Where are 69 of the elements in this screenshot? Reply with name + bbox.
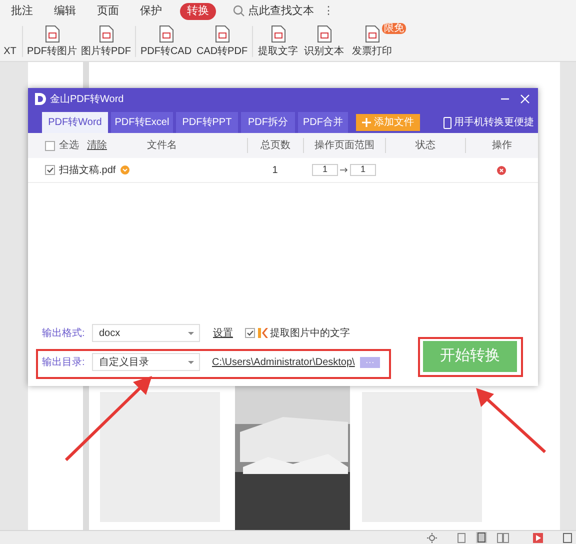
window-title: 金山PDF转Word bbox=[50, 92, 124, 106]
toolbar-button[interactable]: CAD转PDF bbox=[196, 46, 248, 57]
document-icon[interactable] bbox=[156, 25, 176, 43]
toolbar-button[interactable]: 识别文本 bbox=[304, 46, 344, 57]
window-icon[interactable] bbox=[563, 532, 572, 542]
range-from-field[interactable]: 1 bbox=[312, 164, 338, 176]
tab[interactable]: PDF拆分 bbox=[241, 112, 295, 133]
toolbar-button[interactable]: 发票打印 bbox=[352, 46, 392, 57]
menu-tab[interactable]: 批注 bbox=[8, 2, 36, 20]
page-icon[interactable] bbox=[457, 532, 466, 542]
menu-tab[interactable]: 编辑 bbox=[51, 2, 79, 20]
search-field[interactable]: 点此查找文本 bbox=[248, 2, 320, 20]
arrow bbox=[476, 388, 546, 454]
sun-icon[interactable] bbox=[427, 532, 437, 542]
column-header: 操作 bbox=[492, 139, 512, 153]
select-all-label: 全选 bbox=[59, 138, 79, 153]
logo-icon bbox=[34, 92, 46, 106]
coin-icon bbox=[120, 165, 130, 175]
toolbar-button[interactable]: PDF转CAD bbox=[140, 46, 192, 57]
document-icon[interactable] bbox=[96, 25, 116, 43]
document-icon[interactable] bbox=[362, 25, 382, 43]
path-link[interactable]: C:\Users\Administrator\Desktop\ bbox=[212, 354, 355, 370]
checkbox[interactable] bbox=[45, 140, 55, 150]
page-icon[interactable] bbox=[476, 532, 487, 543]
search-icon[interactable] bbox=[233, 5, 245, 17]
ocr-label: 提取图片中的文字 bbox=[270, 326, 350, 340]
tab[interactable]: PDF转Excel bbox=[111, 112, 173, 133]
page-count: 1 bbox=[272, 164, 278, 178]
phone-icon bbox=[443, 116, 452, 128]
dropdown[interactable]: 自定义目录 bbox=[92, 353, 200, 371]
column-header: 状态 bbox=[416, 138, 436, 153]
document-icon[interactable] bbox=[314, 25, 334, 43]
document-icon[interactable] bbox=[268, 25, 288, 43]
menu-tab[interactable]: 转换 bbox=[180, 2, 216, 20]
arrow-icon bbox=[340, 167, 348, 173]
document-icon[interactable] bbox=[42, 25, 62, 43]
checkbox[interactable] bbox=[245, 328, 255, 338]
caret-icon bbox=[188, 360, 194, 364]
settings-link[interactable]: 设置 bbox=[213, 326, 233, 340]
play-icon[interactable] bbox=[533, 532, 543, 542]
close-icon[interactable] bbox=[520, 94, 530, 104]
toolbar-button[interactable]: PDF转图片 bbox=[27, 46, 77, 57]
menu-tab[interactable]: 页面 bbox=[94, 2, 122, 20]
tab[interactable]: PDF转PPT bbox=[176, 112, 238, 133]
toolbar-button[interactable]: 图片转PDF bbox=[81, 46, 131, 57]
field-label: 输出格式: bbox=[42, 326, 86, 340]
delete-icon[interactable] bbox=[497, 166, 506, 174]
plus-icon bbox=[362, 118, 371, 127]
toolbar-button[interactable]: XT bbox=[4, 46, 16, 57]
more-button[interactable]: ⋮ bbox=[323, 2, 334, 20]
checkbox[interactable] bbox=[45, 165, 55, 175]
document-icon[interactable] bbox=[212, 25, 232, 43]
clear-link[interactable]: 清除 bbox=[87, 138, 107, 153]
tab[interactable]: PDF合并 bbox=[298, 112, 348, 133]
two-page-icon[interactable] bbox=[497, 532, 509, 542]
tab[interactable]: PDF转Word bbox=[42, 112, 108, 133]
column-header: 总页数 bbox=[260, 138, 290, 153]
file-name: 扫描文稿.pdf bbox=[59, 164, 116, 178]
badge-label: 限免 bbox=[382, 23, 406, 34]
app-logo-icon bbox=[258, 328, 268, 338]
dropdown[interactable]: docx bbox=[92, 324, 200, 342]
caret-icon bbox=[188, 332, 194, 334]
column-header: 文件名 bbox=[147, 138, 177, 153]
mobile-link[interactable]: 用手机转换更便捷 bbox=[443, 112, 538, 133]
field-label: 输出目录: bbox=[42, 356, 86, 370]
menu-tab[interactable]: 保护 bbox=[137, 2, 165, 20]
toolbar-button[interactable]: 提取文字 bbox=[258, 46, 298, 57]
column-header: 操作页面范围 bbox=[314, 138, 374, 153]
range-to-field[interactable]: 1 bbox=[350, 164, 376, 176]
